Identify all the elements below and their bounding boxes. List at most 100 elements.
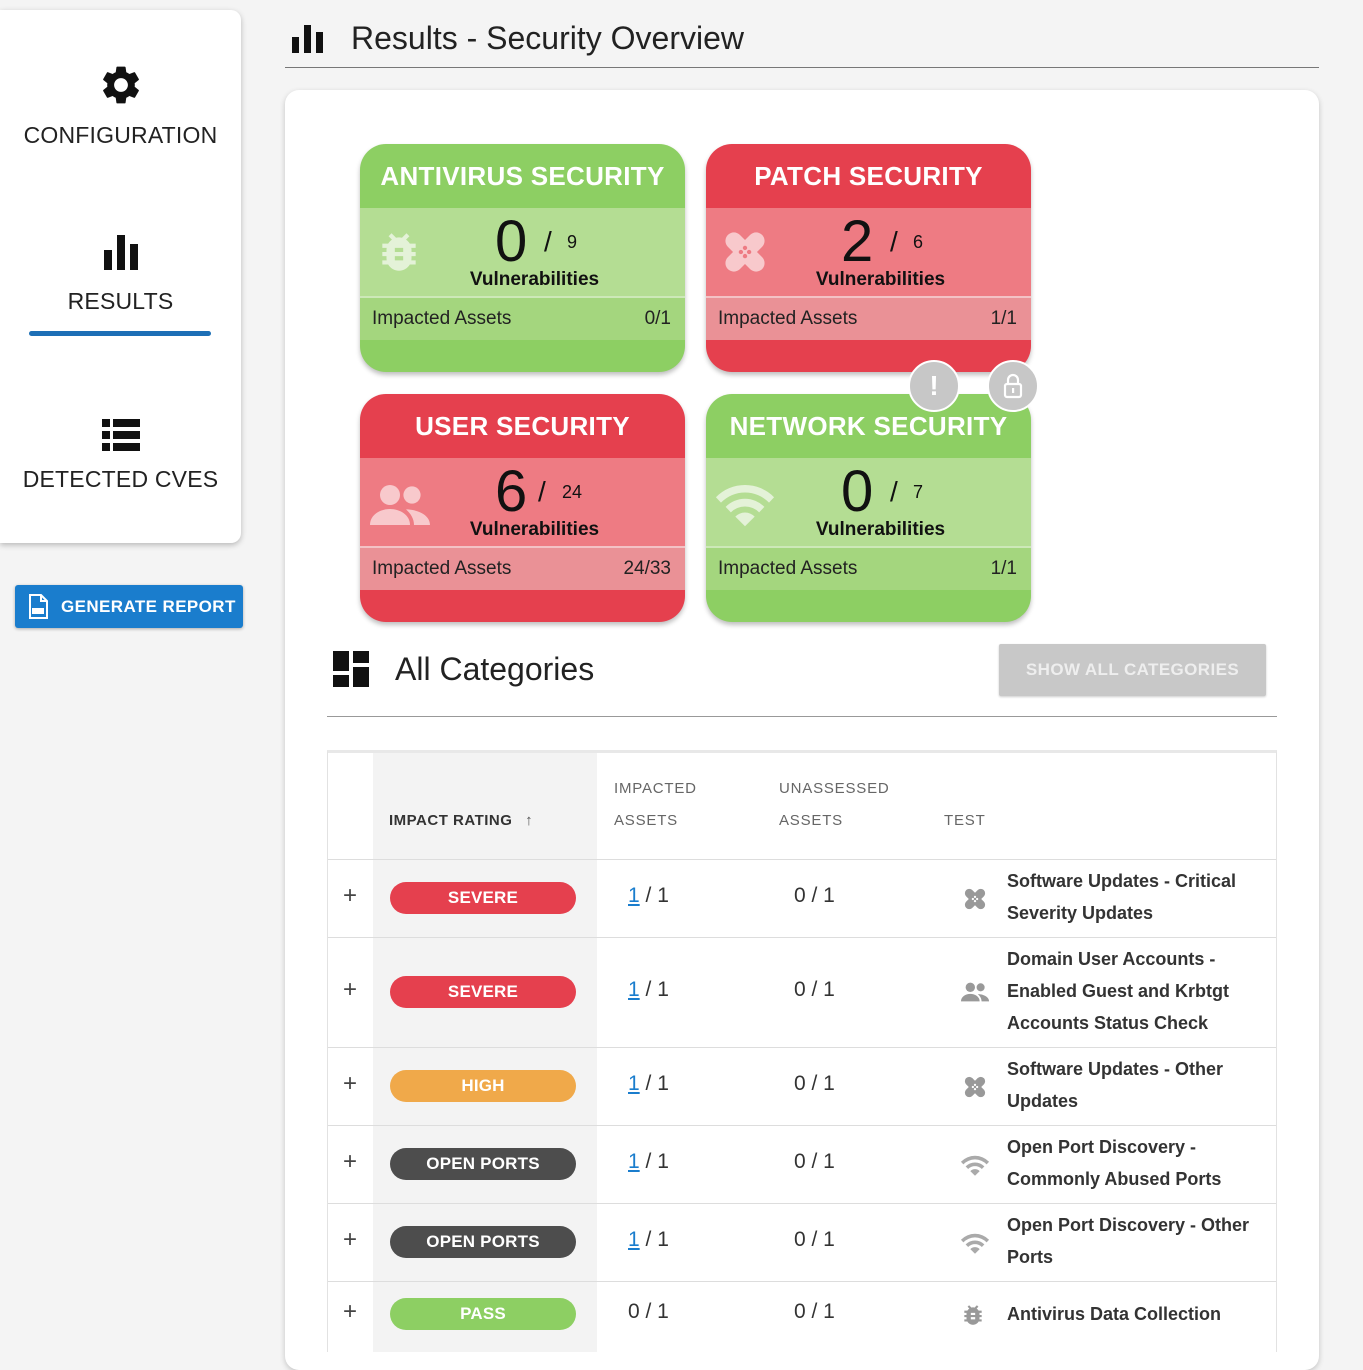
alert-button[interactable]: ! [908, 360, 960, 412]
table-row[interactable]: + PASS 0 / 1 0 / 1 Antivirus Data Collec… [328, 1282, 1276, 1352]
impacted-header-line1: IMPACTED [614, 780, 697, 797]
generate-report-label: GENERATE REPORT [61, 596, 236, 616]
impact-badge-open-ports: OPEN PORTS [390, 1148, 576, 1180]
nav-detected-cves-label: DETECTED CVES [22, 466, 219, 492]
column-header-unassessed-assets[interactable]: UNASSESSED ASSETS [779, 773, 890, 837]
vulnerabilities-label: Vulnerabilities [815, 519, 946, 540]
test-name: Open Port Discovery - Other Ports [1007, 1209, 1257, 1273]
tile-user-security[interactable]: USER SECURITY 6 / 24 Vulnerabilities Imp… [360, 394, 685, 622]
vulnerability-total: 6 [913, 232, 924, 252]
vulnerability-total: 7 [913, 482, 924, 502]
tile-title: USER SECURITY [415, 410, 630, 441]
impacted-assets-link[interactable]: 1 [628, 978, 640, 1001]
test-name-line: Software Updates - Other [1007, 1059, 1224, 1079]
overview-card: ANTIVIRUS SECURITY 0 / 9 Vulnerabilities… [285, 90, 1319, 1370]
nav-configuration[interactable]: CONFIGURATION [0, 62, 241, 149]
alert-icon: ! [929, 370, 939, 401]
table-row[interactable]: + HIGH 1 / 1 0 / 1 Software Updates - Ot… [328, 1048, 1276, 1126]
vulnerability-count: 0 [495, 209, 528, 274]
expand-row-button[interactable]: + [340, 882, 360, 910]
show-all-categories-button[interactable]: SHOW ALL CATEGORIES [999, 644, 1266, 696]
column-header-impacted-assets[interactable]: IMPACTED ASSETS [614, 773, 697, 837]
users-icon [960, 982, 990, 1002]
page-header: Results - Security Overview [285, 10, 1319, 68]
table-row[interactable]: + SEVERE 1 / 1 0 / 1 Domain User Account… [328, 938, 1276, 1048]
tile-network-security[interactable]: NETWORK SECURITY 0 / 7 Vulnerabilities I… [706, 394, 1031, 622]
nav-results[interactable]: RESULTS [0, 232, 241, 315]
gear-icon [102, 66, 139, 104]
impacted-assets-cell: 1 / 1 [628, 978, 669, 1002]
impacted-assets-link[interactable]: 1 [628, 1150, 640, 1173]
active-tab-indicator [29, 331, 211, 336]
test-name-line: Enabled Guest and Krbtgt [1007, 981, 1230, 1001]
column-header-test[interactable]: TEST [944, 805, 986, 837]
nav-detected-cves[interactable]: DETECTED CVES [0, 418, 241, 493]
test-name-line: Software Updates - Critical [1007, 871, 1237, 891]
generate-report-button[interactable]: GENERATE REPORT [15, 585, 243, 628]
unassessed-assets-cell: 0 / 1 [794, 978, 835, 1001]
impacted-assets-value: 1/1 [990, 308, 1017, 329]
impact-badge-severe: SEVERE [390, 882, 576, 914]
bandage-icon [964, 888, 986, 910]
test-name-line: Severity Updates [1007, 903, 1154, 923]
test-name-line: Open Port Discovery - Other [1007, 1215, 1250, 1235]
impacted-assets-total: / 1 [639, 1228, 669, 1251]
vulnerabilities-label: Vulnerabilities [815, 269, 946, 290]
test-name: Domain User Accounts - Enabled Guest and… [1007, 943, 1257, 1039]
test-name-line: Open Port Discovery - [1007, 1137, 1197, 1157]
impact-badge-severe: SEVERE [390, 976, 576, 1008]
impacted-assets-cell: 1 / 1 [628, 1072, 669, 1096]
test-name-line: Accounts Status Check [1007, 1013, 1209, 1033]
expand-row-button[interactable]: + [340, 1148, 360, 1176]
impacted-assets-label: Impacted Assets [372, 308, 512, 329]
tile-patch-security[interactable]: PATCH SECURITY 2 / 6 Vulnerabilities Imp… [706, 144, 1031, 372]
impact-badge-high: HIGH [390, 1070, 576, 1102]
pdf-file-icon [29, 593, 48, 619]
vulnerabilities-label: Vulnerabilities [469, 519, 600, 540]
impacted-assets-link[interactable]: 1 [628, 884, 640, 907]
lock-icon [1003, 373, 1023, 399]
lock-button[interactable] [987, 360, 1039, 412]
impacted-assets-total: / 1 [639, 1072, 669, 1095]
impacted-assets-cell: 1 / 1 [628, 884, 669, 908]
sidebar-nav: CONFIGURATION RESULTS DETECTED CVES [0, 10, 241, 543]
count-separator: / [890, 476, 898, 507]
impacted-header-line2: ASSETS [614, 812, 678, 829]
table-row[interactable]: + OPEN PORTS 1 / 1 0 / 1 Open Port Disco… [328, 1126, 1276, 1204]
impacted-assets-link[interactable]: 1 [628, 1072, 640, 1095]
vulnerability-count: 0 [841, 459, 874, 524]
vulnerability-total: 24 [562, 482, 583, 502]
expand-row-button[interactable]: + [340, 1298, 360, 1326]
impact-badge-pass: PASS [390, 1298, 576, 1330]
impacted-assets-label: Impacted Assets [718, 308, 858, 329]
test-name: Software Updates - Critical Severity Upd… [1007, 865, 1257, 929]
tile-title: PATCH SECURITY [754, 160, 983, 191]
impacted-assets-cell: 0 / 1 [628, 1300, 669, 1324]
bug-icon [964, 1305, 982, 1325]
wifi-icon [960, 1155, 990, 1176]
expand-row-button[interactable]: + [340, 976, 360, 1004]
expand-row-button[interactable]: + [340, 1070, 360, 1098]
test-name-line: Ports [1007, 1247, 1054, 1267]
unassessed-assets-cell: 0 / 1 [794, 1150, 835, 1173]
count-separator: / [544, 226, 552, 257]
impacted-assets-link[interactable]: 1 [628, 1228, 640, 1251]
page-title: Results - Security Overview [351, 20, 744, 56]
table-row[interactable]: + OPEN PORTS 1 / 1 0 / 1 Open Port Disco… [328, 1204, 1276, 1282]
bandage-icon [964, 1076, 986, 1098]
impacted-assets-total: / 1 [639, 978, 669, 1001]
vulnerabilities-label: Vulnerabilities [469, 269, 600, 290]
column-header-impact-rating[interactable]: IMPACT RATING ↑ [389, 805, 533, 837]
unassessed-header-line1: UNASSESSED [779, 780, 890, 797]
unassessed-assets-cell: 0 / 1 [794, 1072, 835, 1095]
dashboard-icon [333, 651, 369, 687]
table-row[interactable]: + SEVERE 1 / 1 0 / 1 Software Updates - … [328, 860, 1276, 938]
tile-title: NETWORK SECURITY [729, 410, 1008, 441]
vulnerability-total: 9 [567, 232, 578, 252]
tile-antivirus-security[interactable]: ANTIVIRUS SECURITY 0 / 9 Vulnerabilities… [360, 144, 685, 372]
categories-table: IMPACT RATING ↑ IMPACTED ASSETS UNASSESS… [327, 750, 1277, 1352]
categories-header: All Categories SHOW ALL CATEGORIES [327, 635, 1277, 717]
impacted-assets-label: Impacted Assets [718, 558, 858, 579]
expand-row-button[interactable]: + [340, 1226, 360, 1254]
impact-rating-label: IMPACT RATING [389, 812, 513, 829]
